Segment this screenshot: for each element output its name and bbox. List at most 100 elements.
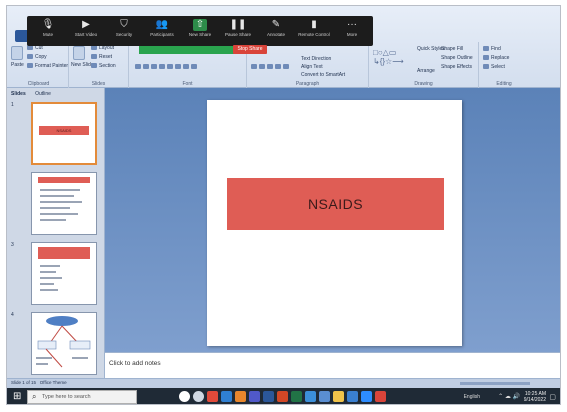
- notification-icon[interactable]: ▢: [549, 393, 556, 401]
- video-camera-icon: ▶: [82, 19, 90, 30]
- find-button[interactable]: Find: [483, 46, 501, 52]
- search-icon: ⌕: [32, 392, 37, 401]
- slide-thumbnail[interactable]: [11, 172, 99, 236]
- align-text-button[interactable]: Align Text: [301, 64, 323, 70]
- thumbnail-title: NSAIDS: [39, 126, 89, 135]
- excel-icon[interactable]: [291, 391, 302, 402]
- cortana-icon[interactable]: [179, 391, 190, 402]
- microphone-icon: 🎙: [41, 19, 55, 30]
- paragraph-label: Paragraph: [295, 81, 320, 87]
- replace-icon: [483, 55, 489, 61]
- share-screen-icon: ⇧: [193, 19, 207, 31]
- shape-outline-button[interactable]: Shape Outline: [441, 55, 473, 61]
- binoculars-icon: [483, 46, 489, 52]
- replace-button[interactable]: Replace: [483, 55, 509, 61]
- section-icon: [91, 63, 97, 69]
- slide-thumbnail[interactable]: 3: [11, 242, 99, 306]
- new-share-button[interactable]: ⇧ New Share: [183, 19, 217, 39]
- word-icon[interactable]: [263, 391, 274, 402]
- taskbar-search-box[interactable]: ⌕ Type here to search: [27, 390, 137, 404]
- slides-label: Slides: [91, 81, 106, 87]
- tray-icons[interactable]: ⌃ ☁ 🔊: [498, 393, 520, 400]
- thumbnail-preview: [31, 242, 97, 305]
- thumbnail-diagram: [36, 316, 91, 368]
- paste-icon[interactable]: [11, 46, 23, 60]
- select-button[interactable]: Select: [483, 64, 505, 70]
- language-indicator[interactable]: English: [464, 394, 480, 400]
- brush-icon: [27, 63, 33, 69]
- reset-icon: [91, 54, 97, 60]
- convert-smartart-button[interactable]: Convert to SmartArt: [301, 72, 345, 78]
- shape-fill-button[interactable]: Shape Fill: [441, 46, 463, 52]
- screen-frame: Paste Cut Copy Format Painter Clipboard …: [6, 5, 561, 405]
- remote-control-icon: ▮: [311, 19, 317, 30]
- current-slide[interactable]: NSAIDS: [207, 100, 462, 346]
- app-icon[interactable]: [375, 391, 386, 402]
- notes-pane[interactable]: Click to add notes: [105, 352, 560, 378]
- screen-share-indicator: [139, 46, 237, 54]
- thumbnail-title-bar: [38, 177, 90, 183]
- slide-title: NSAIDS: [307, 196, 364, 212]
- security-button[interactable]: ⛉ Security: [107, 19, 141, 39]
- slide-counter: Slide 1 of 15: [11, 380, 37, 385]
- zoom-icon[interactable]: [361, 391, 372, 402]
- tab-slides[interactable]: Slides: [11, 91, 26, 97]
- clock[interactable]: 10:25 AM 9/14/2022: [524, 391, 546, 403]
- reset-button[interactable]: Reset: [91, 54, 112, 60]
- more-icon: ···: [347, 19, 357, 30]
- format-painter-button[interactable]: Format Painter: [27, 63, 68, 69]
- participants-button[interactable]: 👥 Participants: [145, 19, 179, 39]
- slide-number: 3: [11, 242, 14, 248]
- edge-icon[interactable]: [221, 391, 232, 402]
- editing-label: Editing: [496, 81, 512, 87]
- zoom-meeting-toolbar: 🎙 Mute ▶ Start Video ⛉ Security 👥 Participan…: [27, 16, 373, 46]
- pause-icon: ❚❚: [229, 19, 247, 30]
- teams-icon[interactable]: [249, 391, 260, 402]
- paragraph-format-buttons[interactable]: [251, 64, 291, 70]
- slide-editing-area: NSAIDS: [105, 88, 560, 352]
- start-video-button[interactable]: ▶ Start Video: [69, 19, 103, 39]
- stop-share-button[interactable]: Stop Share: [233, 45, 267, 54]
- slide-thumbnail[interactable]: 4: [11, 312, 99, 376]
- copy-icon: [27, 54, 33, 60]
- calculator-icon[interactable]: [319, 391, 330, 402]
- annotate-button[interactable]: ✎ Annotate: [259, 19, 293, 39]
- thumbnail-title-bar: [38, 247, 90, 259]
- clipboard-label: Clipboard: [27, 81, 50, 87]
- thumbnail-preview: [31, 312, 97, 375]
- select-icon: [483, 64, 489, 70]
- firefox-icon[interactable]: [235, 391, 246, 402]
- new-slide-icon[interactable]: [73, 46, 85, 60]
- mute-button[interactable]: 🎙 Mute: [31, 19, 65, 39]
- tab-outline[interactable]: Outline: [35, 91, 51, 97]
- edge-browser-icon[interactable]: [305, 391, 316, 402]
- pause-share-button[interactable]: ❚❚ Pause Share: [221, 19, 255, 39]
- shapes-gallery[interactable]: □○△▭ ↳{}☆⟶: [373, 48, 404, 66]
- clipboard-group: Paste Cut Copy Format Painter Clipboard: [9, 42, 69, 88]
- windows-start-icon[interactable]: ⊞: [13, 391, 21, 403]
- slide-title-box[interactable]: NSAIDS: [227, 178, 444, 230]
- text-direction-button[interactable]: Text Direction: [301, 56, 331, 62]
- file-explorer-icon[interactable]: [333, 391, 344, 402]
- powerpoint-icon[interactable]: [277, 391, 288, 402]
- remote-control-button[interactable]: ▮ Remote Control: [297, 19, 331, 39]
- store-icon[interactable]: [347, 391, 358, 402]
- drawing-label: Drawing: [414, 81, 433, 87]
- task-view-icon[interactable]: [193, 391, 204, 402]
- shape-effects-button[interactable]: Shape Effects: [441, 64, 472, 70]
- copy-button[interactable]: Copy: [27, 54, 47, 60]
- arrange-button[interactable]: Arrange: [417, 68, 435, 74]
- thumbnail-preview: NSAIDS: [31, 102, 97, 165]
- slide-thumbnail[interactable]: 1 NSAIDS: [11, 102, 99, 166]
- font-format-buttons[interactable]: [135, 64, 199, 70]
- more-button[interactable]: ··· More: [335, 19, 369, 39]
- search-placeholder: Type here to search: [42, 394, 91, 400]
- panel-tabs: Slides Outline: [11, 91, 59, 97]
- paste-button[interactable]: Paste: [11, 62, 24, 68]
- editing-group: Find Replace Select Editing: [479, 42, 529, 88]
- status-bar: Slide 1 of 15 Office Theme: [7, 378, 560, 388]
- chrome-icon[interactable]: [207, 391, 218, 402]
- section-button[interactable]: Section: [91, 63, 116, 69]
- windows-taskbar: ⊞ ⌕ Type here to search English ⌃ ☁ 🔊 10…: [7, 388, 560, 404]
- zoom-slider[interactable]: [460, 382, 530, 385]
